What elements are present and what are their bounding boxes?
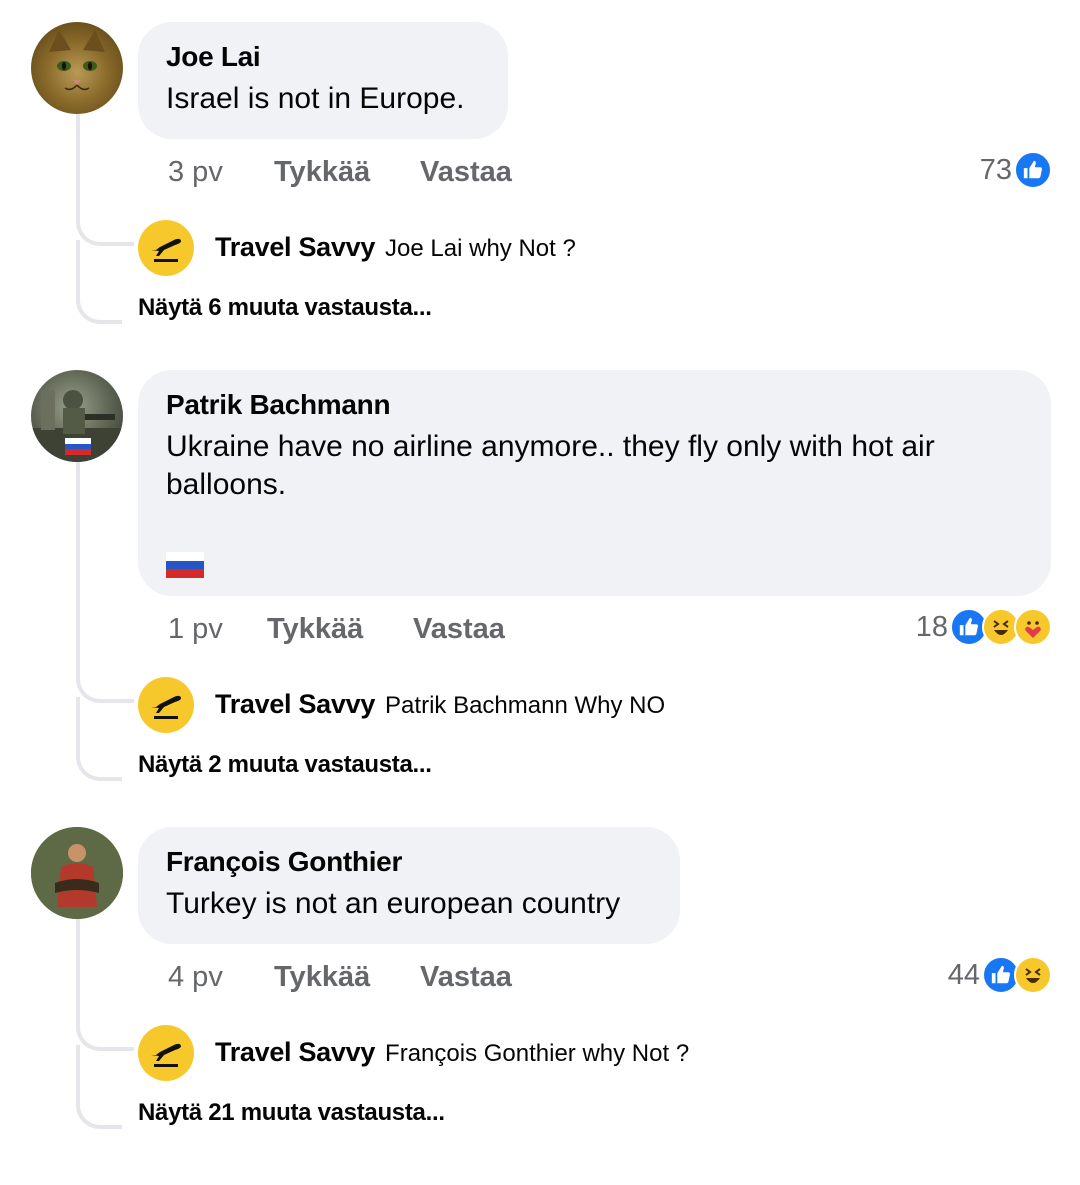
reaction-summary[interactable]: 44: [948, 955, 1052, 995]
reply-button[interactable]: Vastaa: [420, 961, 512, 994]
comment-author[interactable]: Patrik Bachmann: [166, 388, 1023, 422]
reply-text: François Gonthier why Not ?: [385, 1040, 690, 1067]
show-more-replies-link[interactable]: Näytä 21 muuta vastausta...: [138, 1099, 445, 1127]
reaction-count: 18: [915, 610, 948, 643]
reaction-count: 73: [979, 153, 1012, 186]
airplane-takeoff-icon: [151, 1043, 181, 1067]
reply-author[interactable]: Travel Savvy: [215, 1037, 375, 1067]
cat-avatar-icon: [49, 30, 105, 91]
reply: Travel Savvy Patrik Bachmann Why NO: [215, 689, 665, 720]
show-more-replies-link[interactable]: Näytä 6 muuta vastausta...: [138, 294, 432, 322]
travel-savvy-avatar[interactable]: [138, 677, 194, 733]
reply: Travel Savvy François Gonthier why Not ?: [215, 1037, 689, 1068]
comment-timestamp[interactable]: 4 pv: [168, 961, 223, 994]
avatar[interactable]: [31, 370, 123, 462]
like-button[interactable]: Tykkää: [274, 961, 370, 994]
comment-bubble: François Gonthier Turkey is not an europ…: [138, 827, 680, 944]
thread-line: [76, 240, 122, 324]
comment-thread: Patrik Bachmann Ukraine have no airline …: [0, 348, 1080, 808]
reply-author[interactable]: Travel Savvy: [215, 689, 375, 719]
comment-author[interactable]: François Gonthier: [166, 845, 652, 879]
comment-timestamp[interactable]: 1 pv: [168, 613, 223, 646]
show-more-replies-link[interactable]: Näytä 2 muuta vastausta...: [138, 751, 432, 779]
reply-button[interactable]: Vastaa: [420, 156, 512, 189]
comment-thread: François Gonthier Turkey is not an europ…: [0, 805, 1080, 1185]
reaction-summary[interactable]: 73: [980, 150, 1052, 190]
thread-line: [76, 697, 122, 781]
reply-text: Joe Lai why Not ?: [385, 235, 576, 262]
avatar[interactable]: [31, 22, 123, 114]
travel-savvy-avatar[interactable]: [138, 220, 194, 276]
airplane-takeoff-icon: [151, 238, 181, 262]
comment-bubble: Joe Lai Israel is not in Europe.: [138, 22, 508, 139]
comment-author[interactable]: Joe Lai: [166, 40, 480, 74]
reaction-summary[interactable]: 18: [916, 607, 1052, 647]
comment-text: Turkey is not an european country: [166, 887, 621, 920]
comment-text: Israel is not in Europe.: [166, 82, 465, 115]
comment-bubble: Patrik Bachmann Ukraine have no airline …: [138, 370, 1051, 596]
care-icon: [1014, 608, 1052, 646]
like-button[interactable]: Tykkää: [267, 613, 363, 646]
avatar[interactable]: [31, 827, 123, 919]
comment-text: Ukraine have no airline anymore.. they f…: [166, 430, 935, 501]
travel-savvy-avatar[interactable]: [138, 1025, 194, 1081]
haha-icon: [1014, 956, 1052, 994]
comment-timestamp[interactable]: 3 pv: [168, 156, 223, 189]
russian-flag-icon: [65, 438, 91, 455]
reaction-count: 44: [947, 958, 980, 991]
like-button[interactable]: Tykkää: [274, 156, 370, 189]
airplane-takeoff-icon: [151, 695, 181, 719]
person-avatar-icon: [31, 827, 123, 919]
reply-text: Patrik Bachmann Why NO: [385, 692, 666, 719]
thread-line: [76, 462, 80, 681]
thread-line: [76, 919, 80, 1029]
thread-line: [76, 114, 80, 224]
like-icon: [1014, 151, 1052, 189]
thread-line: [76, 1045, 122, 1129]
reply-button[interactable]: Vastaa: [413, 613, 505, 646]
comment-thread: Joe Lai Israel is not in Europe. 3 pv Ty…: [0, 0, 1080, 380]
reply: Travel Savvy Joe Lai why Not ?: [215, 232, 576, 263]
russian-flag-icon: [166, 552, 204, 578]
reply-author[interactable]: Travel Savvy: [215, 232, 375, 262]
